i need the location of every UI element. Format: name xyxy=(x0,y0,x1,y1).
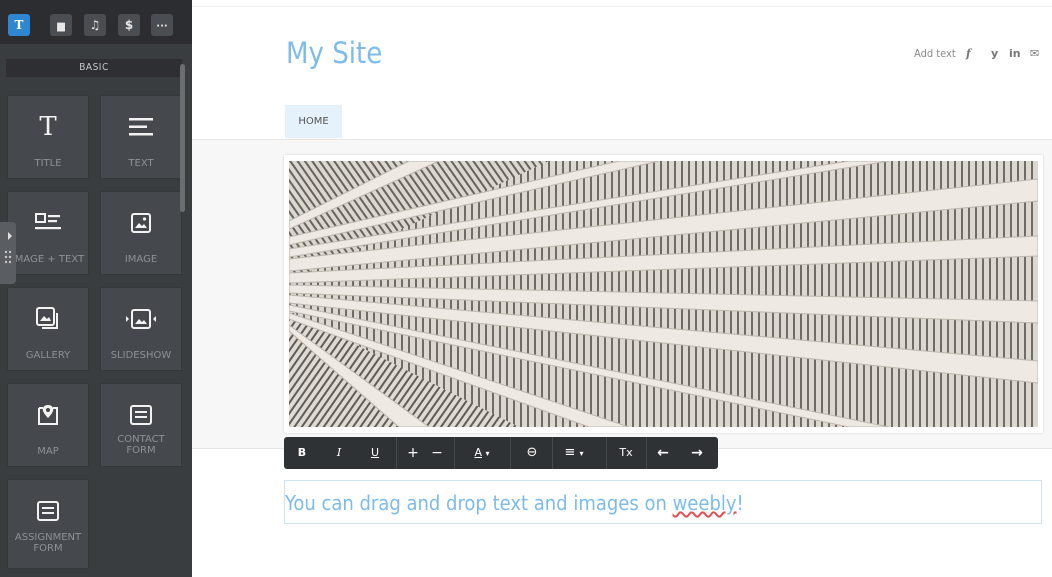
bold-button[interactable]: B xyxy=(290,437,314,469)
map-pin-icon xyxy=(8,398,88,432)
tab-commerce[interactable]: $ xyxy=(118,14,140,36)
image-icon xyxy=(101,206,181,240)
chevron-down-icon: ▾ xyxy=(485,449,490,458)
element-label: IMAGE + TEXT xyxy=(11,254,85,265)
sidebar-scrollbar[interactable] xyxy=(180,64,185,212)
link-icon: ⊖ xyxy=(526,445,538,460)
slideshow-icon xyxy=(101,302,181,336)
sidebar-collapse-handle[interactable] xyxy=(0,222,16,284)
music-icon: ♫ xyxy=(89,18,101,32)
font-color-button[interactable]: A ▾ xyxy=(464,437,500,469)
element-text[interactable]: TEXT xyxy=(100,95,182,179)
nav-item-home[interactable]: HOME xyxy=(285,105,342,138)
section-header-basic: BASIC xyxy=(6,59,182,77)
tab-media[interactable]: ♫ xyxy=(84,14,106,36)
twitter-icon[interactable]: y xyxy=(991,47,998,60)
form-icon xyxy=(8,494,88,528)
element-map[interactable]: MAP xyxy=(7,383,89,467)
font-color-icon: A xyxy=(474,446,482,459)
element-label: ASSIGNMENT FORM xyxy=(14,532,82,554)
email-icon[interactable]: ✉ xyxy=(1030,47,1039,60)
site-title[interactable]: My Site xyxy=(286,36,382,70)
dollar-icon: $ xyxy=(124,18,134,32)
header-divider xyxy=(192,6,1052,7)
toolbar-divider xyxy=(606,437,607,469)
toolbar-divider xyxy=(510,437,511,469)
paragraph-text[interactable]: You can drag and drop text and images on… xyxy=(285,491,744,515)
sidebar-tab-bar: T ▆ ♫ $ ··· xyxy=(0,0,192,44)
element-label: SLIDESHOW xyxy=(110,350,172,361)
tab-more[interactable]: ··· xyxy=(151,14,173,36)
element-title[interactable]: T TITLE xyxy=(7,95,89,179)
element-label: MAP xyxy=(37,446,59,457)
chevron-down-icon: ▾ xyxy=(579,449,584,458)
element-slideshow[interactable]: SLIDESHOW xyxy=(100,287,182,371)
linkedin-icon[interactable]: in xyxy=(1009,47,1021,60)
clear-format-button[interactable]: Tx xyxy=(612,437,640,469)
redo-button[interactable]: → xyxy=(682,437,712,469)
more-icon: ··· xyxy=(156,21,168,32)
tab-structure[interactable]: ▆ xyxy=(50,14,72,36)
element-image[interactable]: IMAGE xyxy=(100,191,182,275)
toolbar-divider xyxy=(552,437,553,469)
element-label: IMAGE xyxy=(124,254,158,265)
title-icon: T xyxy=(39,112,57,142)
text-block[interactable]: You can drag and drop text and images on… xyxy=(284,480,1042,524)
wooden-ceiling-image xyxy=(289,161,1038,427)
element-sidebar: T ▆ ♫ $ ··· BASIC T TITLE TEXT IMAGE + T… xyxy=(0,0,192,577)
increase-size-button[interactable]: + xyxy=(402,437,424,469)
element-image-text[interactable]: IMAGE + TEXT xyxy=(7,191,89,275)
element-label: GALLERY xyxy=(25,350,71,361)
redo-icon: → xyxy=(691,445,703,461)
image-text-icon xyxy=(8,206,88,240)
layout-icon: ▆ xyxy=(57,21,65,32)
element-assignment-form[interactable]: ASSIGNMENT FORM xyxy=(7,479,89,569)
element-contact-form[interactable]: CONTACT FORM xyxy=(100,383,182,467)
toolbar-divider xyxy=(454,437,455,469)
align-icon: ≡ xyxy=(564,445,576,460)
form-icon xyxy=(101,398,181,432)
add-text-link[interactable]: Add text xyxy=(914,47,956,60)
text-format-toolbar: B I U + − A ▾ ⊖ ≡ ▾ Tx ← → xyxy=(284,437,718,469)
title-icon: T xyxy=(14,18,24,32)
facebook-icon[interactable]: f xyxy=(966,47,971,60)
gallery-icon xyxy=(8,302,88,336)
toolbar-divider xyxy=(396,437,397,469)
align-button[interactable]: ≡ ▾ xyxy=(556,437,592,469)
hero-image[interactable] xyxy=(284,155,1043,433)
element-label: TITLE xyxy=(34,158,62,169)
toolbar-divider xyxy=(646,437,647,469)
tab-basic[interactable]: T xyxy=(8,14,30,36)
text-lines-icon xyxy=(101,110,181,144)
element-label: TEXT xyxy=(128,158,154,169)
italic-button[interactable]: I xyxy=(328,437,350,469)
underline-button[interactable]: U xyxy=(364,437,386,469)
link-button[interactable]: ⊖ xyxy=(518,437,546,469)
undo-icon: ← xyxy=(657,445,669,461)
decrease-size-button[interactable]: − xyxy=(426,437,448,469)
element-label: CONTACT FORM xyxy=(117,434,165,456)
undo-button[interactable]: ← xyxy=(648,437,678,469)
misspelled-word[interactable]: weebly xyxy=(673,491,737,515)
element-gallery[interactable]: GALLERY xyxy=(7,287,89,371)
